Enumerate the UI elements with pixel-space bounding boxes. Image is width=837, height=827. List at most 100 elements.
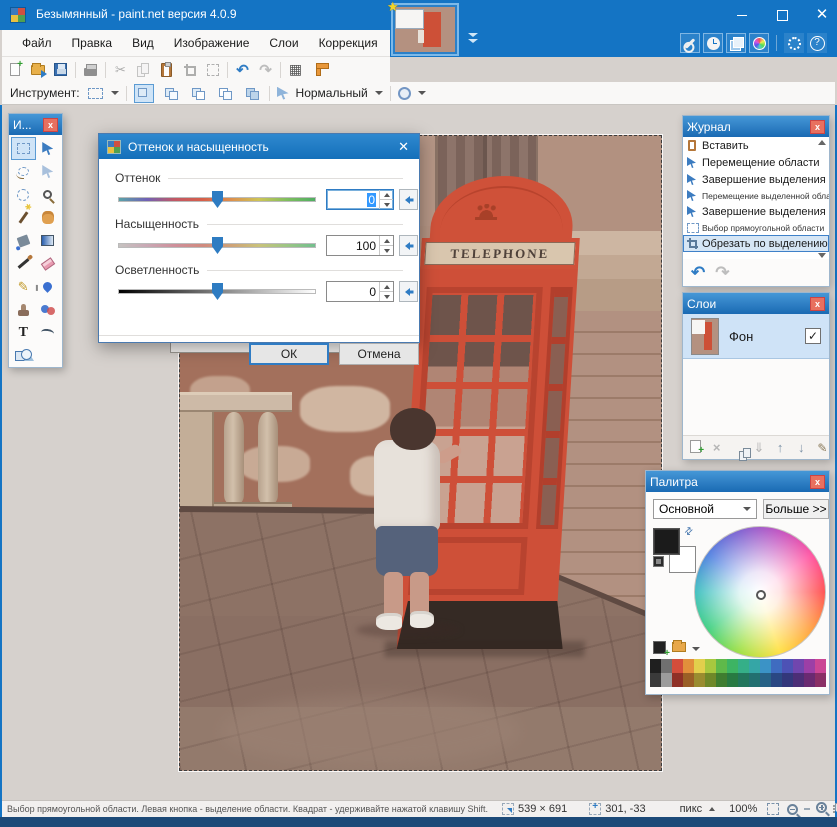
history-panel-close[interactable]: x xyxy=(810,120,825,134)
layers-panel-titlebar[interactable]: Слои x xyxy=(683,293,829,314)
color-swatch[interactable] xyxy=(727,673,738,687)
palette-panel-titlebar[interactable]: Палитра x xyxy=(646,471,829,492)
crop-to-selection-button[interactable] xyxy=(181,61,198,78)
palette-file-button[interactable] xyxy=(672,642,686,652)
tool-text[interactable]: T xyxy=(11,321,36,344)
color-swatch[interactable] xyxy=(650,659,661,673)
history-item[interactable]: Перемещение выделенной области xyxy=(683,188,829,203)
menu-item[interactable]: Изображение xyxy=(164,32,260,54)
lightness-slider[interactable] xyxy=(118,283,316,299)
tool-dropdown-arrow[interactable] xyxy=(111,91,119,95)
zoom-out-button[interactable] xyxy=(787,804,798,815)
tools-window-titlebar[interactable]: И... x xyxy=(9,114,62,135)
current-tool-button[interactable] xyxy=(87,85,104,102)
add-color-button[interactable] xyxy=(653,641,666,654)
hue-spin-down[interactable] xyxy=(380,200,393,209)
color-swatch[interactable] xyxy=(716,659,727,673)
image-list-chevron-icon[interactable] xyxy=(468,33,478,45)
tool-gradient[interactable] xyxy=(36,229,61,252)
color-swatch[interactable] xyxy=(727,659,738,673)
lightness-spin-down[interactable] xyxy=(380,292,393,301)
dialog-titlebar[interactable]: Оттенок и насыщенность ✕ xyxy=(99,134,419,159)
history-item[interactable]: Вставить xyxy=(683,137,829,154)
dialog-close-icon[interactable]: ✕ xyxy=(398,139,411,155)
color-swatch[interactable] xyxy=(782,673,793,687)
tool-rectangle-select[interactable] xyxy=(11,137,36,160)
color-swatch[interactable] xyxy=(672,659,683,673)
tool-ellipse-select[interactable] xyxy=(11,183,36,206)
image-tab[interactable]: ★ xyxy=(391,3,459,56)
history-item[interactable]: Завершение выделения xyxy=(683,171,829,188)
undo-button[interactable]: ↶ xyxy=(234,61,251,78)
color-mode-select[interactable]: Основной xyxy=(653,499,757,519)
tool-lasso-select[interactable] xyxy=(11,160,36,183)
layers-window-toggle[interactable] xyxy=(726,33,746,53)
saturation-reset-button[interactable] xyxy=(399,235,418,256)
history-item[interactable]: Выбор прямоугольной области xyxy=(683,220,829,235)
resize-grip[interactable] xyxy=(833,805,835,813)
selection-mode-add[interactable] xyxy=(161,84,181,103)
colors-window-toggle[interactable] xyxy=(749,33,769,53)
add-layer-button[interactable]: + xyxy=(689,440,702,456)
layer-row[interactable]: Фон ✓ xyxy=(683,314,829,359)
saturation-slider[interactable] xyxy=(118,237,316,253)
color-wheel[interactable] xyxy=(694,526,826,658)
tool-eraser[interactable] xyxy=(36,252,61,275)
color-swatch[interactable] xyxy=(683,659,694,673)
color-swatch[interactable] xyxy=(694,673,705,687)
layer-properties-button[interactable]: ✎ xyxy=(816,441,829,455)
color-swatch[interactable] xyxy=(804,659,815,673)
history-item[interactable]: Перемещение области xyxy=(683,154,829,171)
tool-line-curve[interactable] xyxy=(36,321,61,344)
sampling-dropdown-arrow[interactable] xyxy=(418,91,426,95)
tools-window-toggle[interactable] xyxy=(680,33,700,53)
paste-button[interactable] xyxy=(158,61,175,78)
color-swatch[interactable] xyxy=(661,673,672,687)
hue-spin-up[interactable] xyxy=(380,190,393,200)
tools-window-close[interactable]: x xyxy=(43,118,58,132)
layers-panel-close[interactable]: x xyxy=(810,297,825,311)
redo-button[interactable]: ↷ xyxy=(257,61,274,78)
units-dropdown[interactable]: пикс xyxy=(680,803,716,815)
color-swatch[interactable] xyxy=(694,659,705,673)
selection-mode-subtract[interactable] xyxy=(188,84,208,103)
color-swatch[interactable] xyxy=(815,673,826,687)
primary-color-swatch[interactable] xyxy=(653,528,680,555)
color-swatch[interactable] xyxy=(749,673,760,687)
sampling-icon[interactable] xyxy=(398,87,411,100)
move-layer-down-button[interactable]: ↓ xyxy=(795,440,808,455)
tool-zoom[interactable] xyxy=(36,183,61,206)
color-swatch[interactable] xyxy=(738,673,749,687)
lightness-spin-up[interactable] xyxy=(380,282,393,292)
hue-input[interactable]: 0 xyxy=(326,189,394,210)
ruler-toggle-button[interactable] xyxy=(310,61,327,78)
merge-down-button[interactable]: ⇓ xyxy=(752,440,765,456)
print-button[interactable] xyxy=(82,61,99,78)
delete-layer-button[interactable]: × xyxy=(710,440,723,455)
scroll-down-icon[interactable] xyxy=(818,253,826,258)
hue-reset-button[interactable] xyxy=(399,189,418,210)
menu-item[interactable]: Слои xyxy=(259,32,308,54)
menu-item[interactable]: Файл xyxy=(12,32,62,54)
save-button[interactable] xyxy=(52,61,69,78)
open-file-button[interactable] xyxy=(29,61,46,78)
new-file-button[interactable]: + xyxy=(6,61,23,78)
hue-slider[interactable] xyxy=(118,191,316,207)
color-wheel-selector[interactable] xyxy=(756,590,766,600)
lightness-slider-thumb[interactable] xyxy=(212,283,223,300)
history-undo-button[interactable]: ↶ xyxy=(691,263,705,283)
color-swatch[interactable] xyxy=(793,659,804,673)
move-layer-up-button[interactable]: ↑ xyxy=(774,440,787,455)
color-swatch[interactable] xyxy=(705,659,716,673)
blend-mode-dropdown-arrow[interactable] xyxy=(375,91,383,95)
tool-move-pixels[interactable] xyxy=(36,137,61,160)
tool-pan[interactable] xyxy=(36,206,61,229)
menu-item[interactable]: Коррекция xyxy=(309,32,388,54)
zoom-to-selection-button[interactable] xyxy=(767,803,779,815)
selection-mode-replace[interactable] xyxy=(134,84,154,103)
swap-colors-icon[interactable]: ⇄ xyxy=(682,525,696,539)
copy-button[interactable] xyxy=(135,61,152,78)
color-swatch[interactable] xyxy=(815,659,826,673)
history-scrollbar[interactable] xyxy=(815,138,828,260)
color-swatch[interactable] xyxy=(793,673,804,687)
